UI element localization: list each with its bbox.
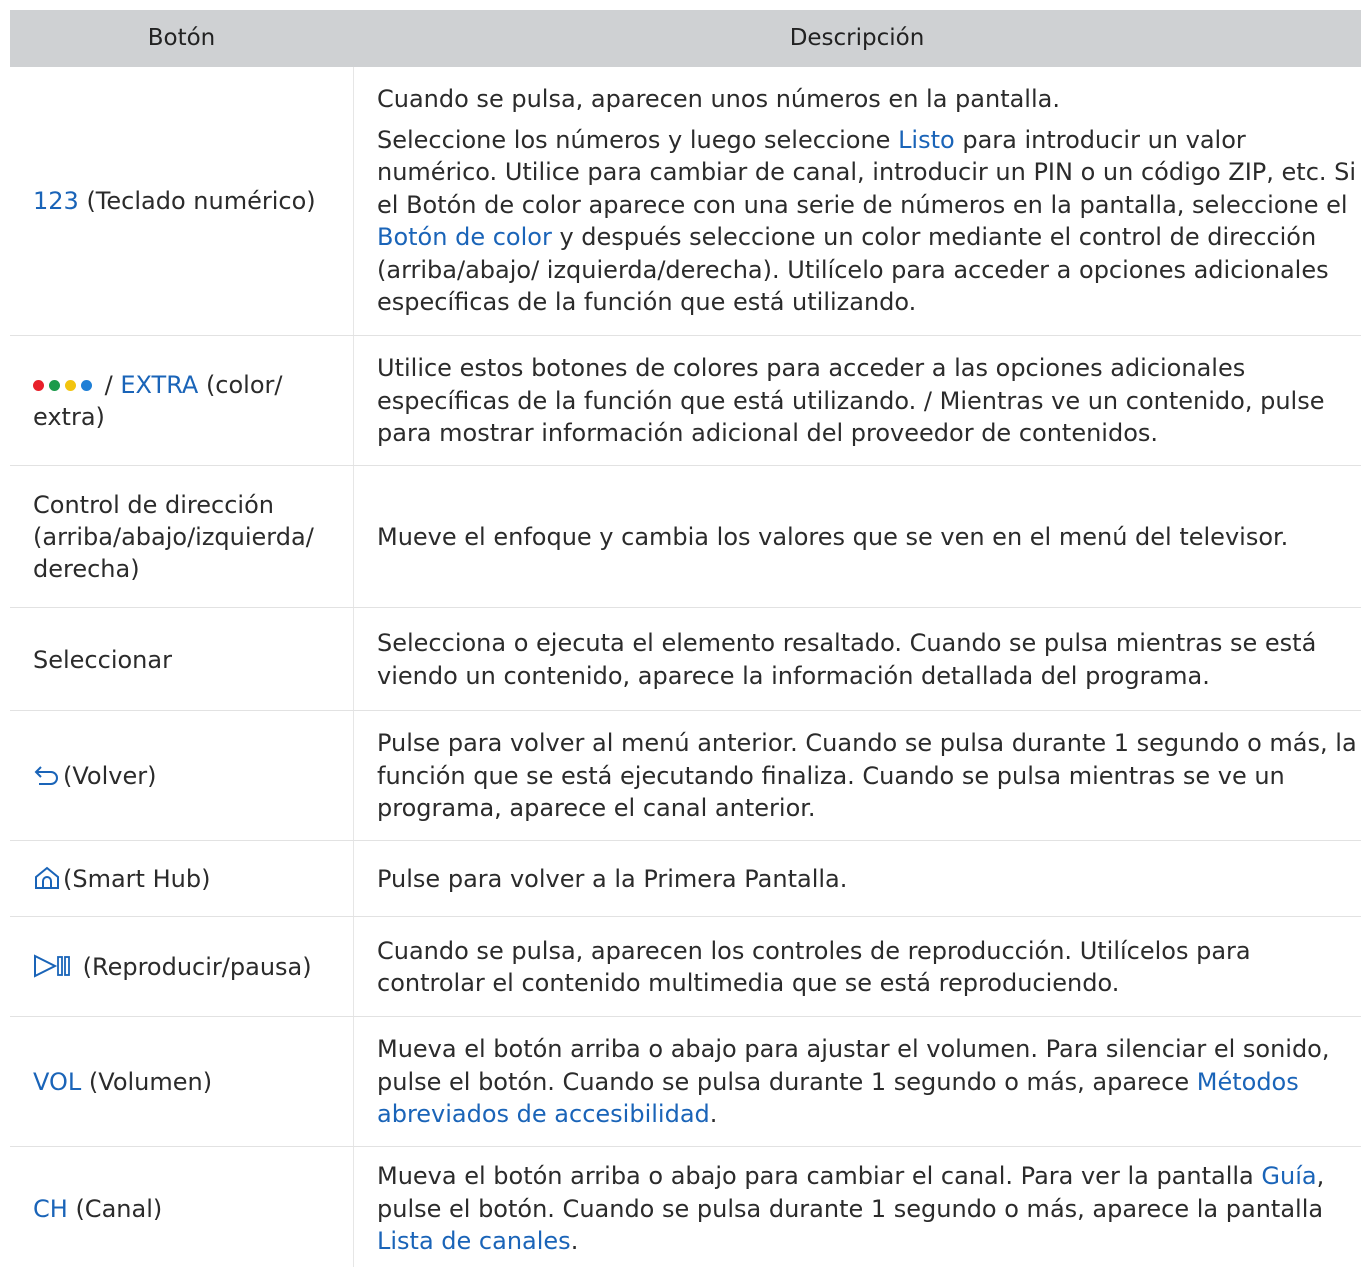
listo-link: Listo — [898, 125, 955, 154]
table-row: VOL (Volumen) Mueva el botón arriba o ab… — [10, 1016, 1361, 1147]
description-cell: Cuando se pulsa, aparecen unos números e… — [377, 67, 1357, 335]
table-row: 123 (Teclado numérico) Cuando se pulsa, … — [10, 67, 1361, 335]
button-key: 123 — [33, 187, 79, 215]
description-cell: Mueva el botón arriba o abajo para cambi… — [377, 1147, 1357, 1271]
red-dot-icon — [33, 380, 44, 391]
table-row: (Volver) Pulse para volver al menú anter… — [10, 710, 1361, 841]
description-text: Pulse para volver al menú anterior. Cuan… — [377, 729, 1357, 823]
button-cell: / EXTRA (color/ extra) — [33, 336, 333, 466]
header-description: Descripción — [789, 25, 925, 51]
green-dot-icon — [49, 380, 60, 391]
separator: / — [97, 371, 121, 399]
button-text: (Volumen) — [81, 1068, 213, 1096]
button-text: Seleccionar — [33, 645, 172, 674]
description-text: Seleccione los números y luego seleccion… — [377, 124, 1357, 319]
guia-link: Guía — [1261, 1162, 1317, 1191]
button-text: (Volver) — [63, 762, 157, 790]
button-label: (Reproducir/pausa) — [33, 951, 333, 983]
button-label: (Volver) — [33, 760, 333, 792]
table-row: (Smart Hub) Pulse para volver a la Prime… — [10, 840, 1361, 917]
desc-part: Seleccione los números y luego seleccion… — [377, 125, 899, 154]
header-button: Botón — [147, 25, 216, 51]
table-header: Botón Descripción — [10, 10, 1361, 67]
table-row: Control de dirección (arriba/abajo/izqui… — [10, 465, 1361, 608]
button-key: VOL — [33, 1068, 82, 1096]
button-cell: VOL (Volumen) — [33, 1017, 333, 1147]
return-arrow-icon — [34, 766, 58, 785]
channel-list-link: Lista de canales — [377, 1227, 571, 1256]
description-cell: Mueva el botón arriba o abajo para ajust… — [377, 1017, 1357, 1147]
description-cell: Selecciona o ejecuta el elemento resalta… — [377, 608, 1357, 711]
button-text: (Teclado numérico) — [78, 187, 316, 215]
button-cell: (Smart Hub) — [33, 841, 333, 917]
button-key: CH — [33, 1195, 68, 1223]
home-icon — [35, 866, 59, 889]
desc-part: Mueva el botón arriba o abajo para ajust… — [377, 1035, 1330, 1096]
description-text: Mueve el enfoque y cambia los valores qu… — [377, 522, 1289, 551]
description-cell: Utilice estos botones de colores para ac… — [377, 336, 1357, 466]
button-cell: (Volver) — [33, 711, 333, 841]
button-text: (Smart Hub) — [63, 865, 211, 893]
description-cell: Mueve el enfoque y cambia los valores qu… — [377, 466, 1357, 608]
boton-de-color-link: Botón de color — [377, 223, 552, 252]
description-text: Cuando se pulsa, aparecen los controles … — [377, 936, 1251, 998]
button-cell: (Reproducir/pausa) — [33, 917, 333, 1017]
blue-dot-icon — [81, 380, 92, 391]
button-text: Control de dirección (arriba/abajo/izqui… — [33, 491, 314, 583]
table-row: CH (Canal) Mueva el botón arriba o abajo… — [10, 1146, 1361, 1271]
description-text: Pulse para volver a la Primera Pantalla. — [377, 864, 848, 893]
description-text: Mueva el botón arriba o abajo para ajust… — [377, 1033, 1357, 1131]
button-text: (Reproducir/pausa) — [75, 953, 312, 981]
table-row: (Reproducir/pausa) Cuando se pulsa, apar… — [10, 916, 1361, 1017]
description-cell: Pulse para volver al menú anterior. Cuan… — [377, 711, 1357, 841]
button-label: VOL (Volumen) — [33, 1066, 333, 1098]
button-cell: 123 (Teclado numérico) — [33, 67, 333, 335]
button-cell: Control de dirección (arriba/abajo/izqui… — [33, 466, 333, 608]
description-text: Cuando se pulsa, aparecen unos números e… — [377, 85, 1060, 114]
button-label: 123 (Teclado numérico) — [33, 185, 333, 217]
description-cell: Cuando se pulsa, aparecen los controles … — [377, 917, 1357, 1017]
button-label: (Smart Hub) — [33, 863, 333, 895]
button-text: (Canal) — [67, 1195, 163, 1223]
desc-part: Mueva el botón arriba o abajo para cambi… — [377, 1162, 1262, 1191]
description-text: Mueva el botón arriba o abajo para cambi… — [377, 1160, 1357, 1258]
button-key: EXTRA — [120, 371, 199, 399]
remote-button-table: Botón Descripción 123 (Teclado numérico)… — [0, 0, 1361, 1270]
yellow-dot-icon — [65, 380, 76, 391]
table-row: / EXTRA (color/ extra) Utilice estos bot… — [10, 335, 1361, 466]
button-label: / EXTRA (color/ extra) — [33, 369, 333, 433]
table-row: Seleccionar Selecciona o ejecuta el elem… — [10, 607, 1361, 711]
play-pause-icon — [34, 954, 70, 978]
button-cell: CH (Canal) — [33, 1147, 333, 1271]
button-cell: Seleccionar — [33, 608, 333, 711]
description-text: Selecciona o ejecuta el elemento resalta… — [377, 629, 1317, 690]
desc-part: . — [570, 1227, 579, 1256]
description-cell: Pulse para volver a la Primera Pantalla. — [377, 841, 1357, 917]
desc-part: . — [709, 1100, 718, 1129]
button-label: CH (Canal) — [33, 1193, 333, 1225]
description-text: Utilice estos botones de colores para ac… — [377, 354, 1325, 448]
